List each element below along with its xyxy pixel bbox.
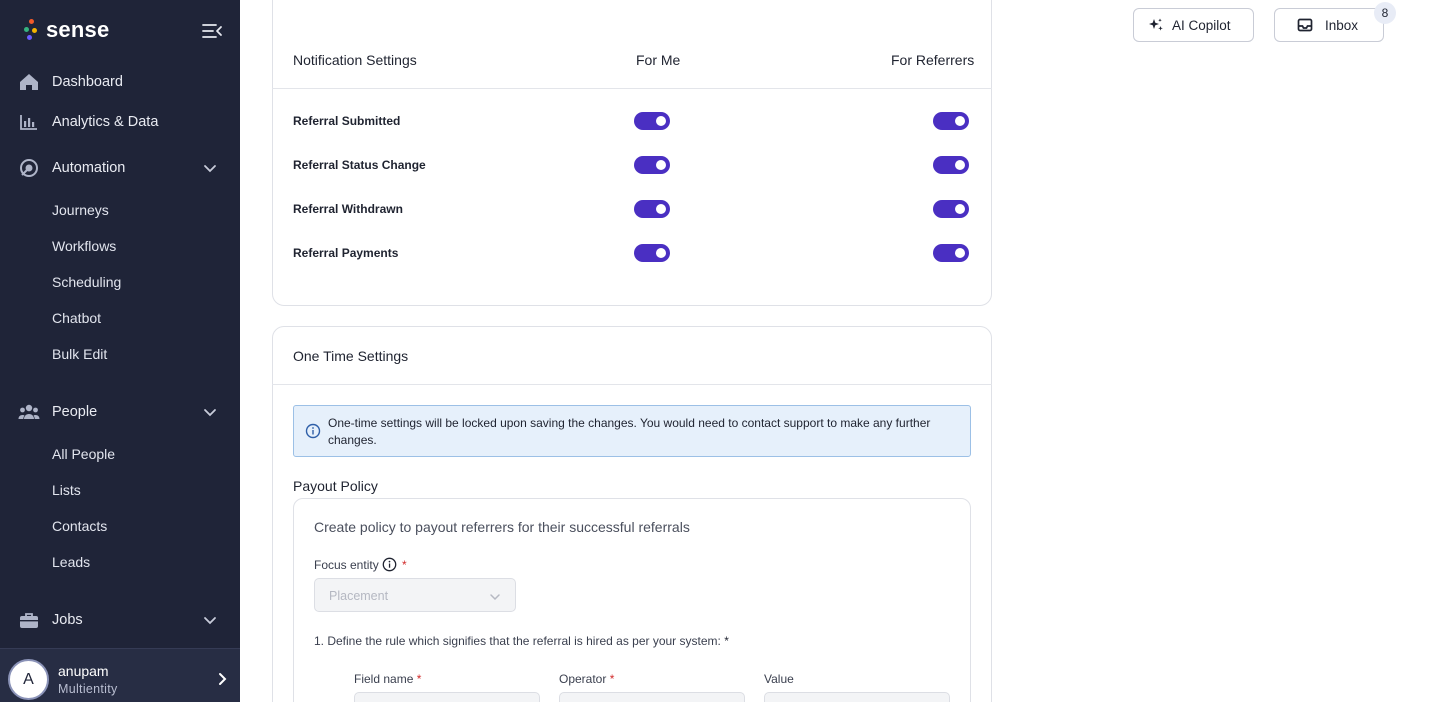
focus-entity-select[interactable]: Placement	[314, 578, 516, 612]
nav-automation-label: Automation	[52, 160, 126, 176]
sidebar-item-bulk-edit[interactable]: Bulk Edit	[52, 344, 107, 364]
people-icon	[18, 401, 40, 423]
info-icon[interactable]	[382, 557, 397, 572]
nav-people[interactable]: People	[0, 394, 240, 430]
nav-automation[interactable]: Automation	[0, 150, 240, 186]
nav-dashboard-label: Dashboard	[52, 74, 123, 90]
payout-policy-subtitle: Create policy to payout referrers for th…	[314, 519, 690, 535]
inbox-button[interactable]: Inbox	[1274, 8, 1384, 42]
user-profile[interactable]: A anupam Multientity	[0, 648, 240, 702]
row-label-referral-withdrawn: Referral Withdrawn	[293, 202, 403, 216]
column-for-me: For Me	[636, 52, 681, 68]
sidebar-item-chatbot[interactable]: Chatbot	[52, 308, 101, 328]
toggle-referral-withdrawn-for-referrers[interactable]	[933, 200, 969, 218]
nav-analytics-label: Analytics & Data	[52, 114, 159, 130]
logo-mark-icon	[24, 19, 38, 41]
divider	[272, 384, 992, 385]
toggle-referral-status-change-for-me[interactable]	[634, 156, 670, 174]
value-label: Value	[764, 672, 794, 686]
sidebar-item-leads[interactable]: Leads	[52, 552, 90, 572]
value-input[interactable]	[764, 692, 950, 702]
field-name-select[interactable]	[354, 692, 540, 702]
nav-jobs-label: Jobs	[52, 612, 83, 628]
row-label-referral-status-change: Referral Status Change	[293, 158, 426, 172]
nav-people-label: People	[52, 404, 98, 420]
info-alert: One-time settings will be locked upon sa…	[293, 405, 971, 457]
sidebar-item-journeys[interactable]: Journeys	[52, 200, 109, 220]
collapse-sidebar-icon[interactable]	[200, 20, 224, 42]
sidebar-item-all-people[interactable]: All People	[52, 444, 115, 464]
briefcase-icon	[18, 609, 40, 631]
nav-analytics[interactable]: Analytics & Data	[0, 104, 240, 140]
automation-icon	[18, 157, 40, 179]
operator-label: Operator *	[559, 672, 615, 686]
toggle-referral-status-change-for-referrers[interactable]	[933, 156, 969, 174]
nav-dashboard[interactable]: Dashboard	[0, 64, 240, 100]
chevron-right-icon[interactable]	[214, 671, 230, 687]
inbox-label: Inbox	[1325, 18, 1359, 33]
chevron-down-icon[interactable]	[202, 404, 218, 420]
avatar[interactable]: A	[8, 659, 49, 700]
focus-entity-placeholder: Placement	[329, 589, 389, 603]
bar-chart-icon	[18, 111, 40, 133]
one-time-settings-title: One Time Settings	[293, 348, 409, 364]
sidebar-item-scheduling[interactable]: Scheduling	[52, 272, 121, 292]
row-label-referral-submitted: Referral Submitted	[293, 114, 401, 128]
column-for-referrers: For Referrers	[891, 52, 975, 68]
sidebar: sense Dashboard Analytics & Data Automat…	[0, 0, 240, 702]
ai-copilot-button[interactable]: AI Copilot	[1133, 8, 1254, 42]
inbox-count-badge: 8	[1374, 2, 1396, 24]
focus-entity-label: Focus entity	[314, 558, 379, 572]
sidebar-item-contacts[interactable]: Contacts	[52, 516, 107, 536]
notification-settings-title: Notification Settings	[293, 52, 417, 68]
ai-copilot-label: AI Copilot	[1172, 18, 1231, 33]
home-icon	[18, 71, 40, 93]
logo[interactable]: sense	[24, 16, 109, 44]
toggle-referral-payments-for-me[interactable]	[634, 244, 670, 262]
notification-settings-card	[272, 0, 992, 306]
sidebar-item-workflows[interactable]: Workflows	[52, 236, 116, 256]
logo-text: sense	[46, 17, 110, 42]
hired-rule-text: 1. Define the rule which signifies that …	[314, 634, 729, 648]
sidebar-item-lists[interactable]: Lists	[52, 480, 81, 500]
row-label-referral-payments: Referral Payments	[293, 246, 399, 260]
chevron-down-icon[interactable]	[202, 160, 218, 176]
chevron-down-icon[interactable]	[202, 612, 218, 628]
divider	[272, 88, 992, 89]
payout-policy-title: Payout Policy	[293, 478, 378, 494]
inbox-icon	[1297, 17, 1313, 33]
field-name-label: Field name *	[354, 672, 422, 686]
sparkle-icon	[1148, 17, 1164, 33]
toggle-referral-submitted-for-me[interactable]	[634, 112, 670, 130]
info-icon	[305, 423, 321, 439]
user-role: Multientity	[58, 682, 118, 696]
nav-jobs[interactable]: Jobs	[0, 602, 240, 638]
user-name: anupam	[58, 663, 109, 679]
chevron-down-icon	[489, 590, 501, 602]
toggle-referral-payments-for-referrers[interactable]	[933, 244, 969, 262]
required-marker: *	[402, 558, 407, 572]
operator-select[interactable]	[559, 692, 745, 702]
info-text: One-time settings will be locked upon sa…	[328, 416, 931, 447]
toggle-referral-withdrawn-for-me[interactable]	[634, 200, 670, 218]
toggle-referral-submitted-for-referrers[interactable]	[933, 112, 969, 130]
